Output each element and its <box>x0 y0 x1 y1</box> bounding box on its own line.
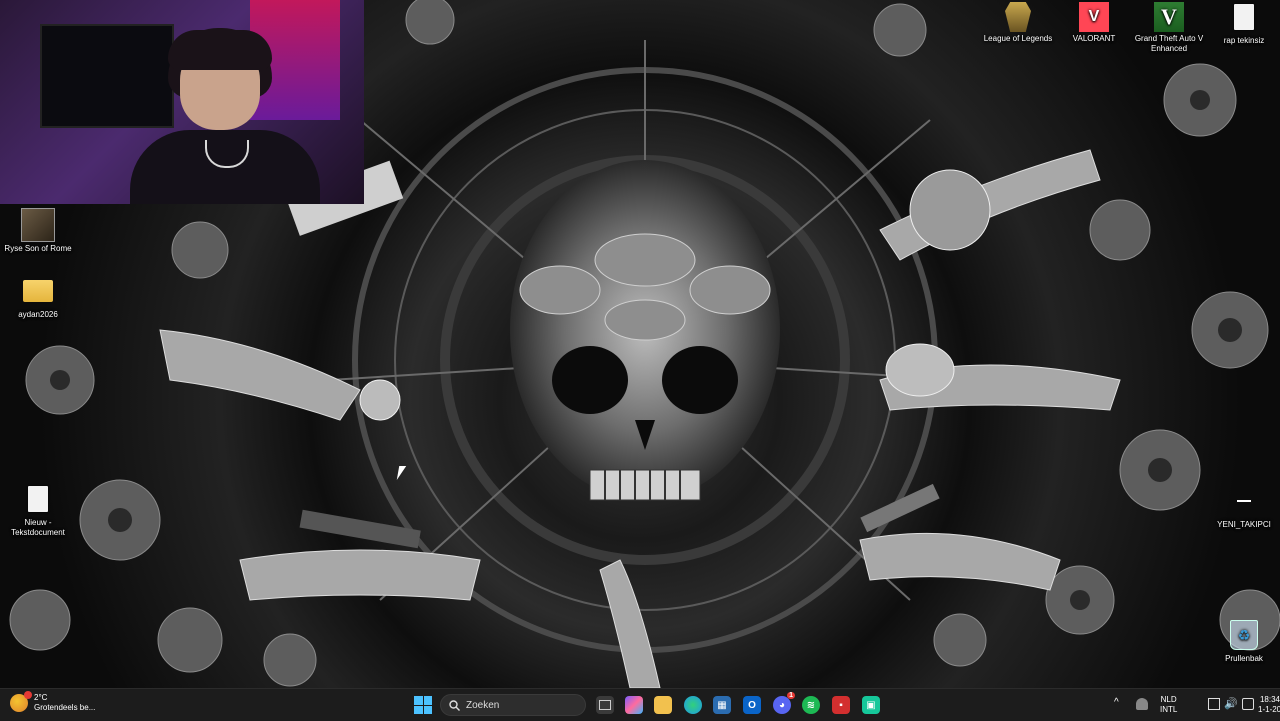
desktop-icon-league-of-legends[interactable]: League of Legends <box>980 2 1056 44</box>
search-icon <box>449 699 460 711</box>
league-of-legends-icon <box>1005 2 1031 32</box>
folder-icon <box>23 280 53 302</box>
desktop-icon-label: aydan2026 <box>18 310 58 319</box>
store-icon: ▦ <box>717 699 727 711</box>
taskbar: 2°C Grotendeels be... Zoeken ▦ O ◕ 1 ≋ ▪… <box>0 688 1280 721</box>
spotify-icon: ≋ <box>806 699 816 711</box>
search-placeholder: Zoeken <box>466 699 500 711</box>
dash-file-icon <box>1237 500 1251 502</box>
desktop-icon-valorant[interactable]: V VALORANT <box>1056 2 1132 44</box>
discord-icon: ◕ <box>778 699 786 711</box>
text-file-icon <box>1234 4 1254 30</box>
windows-logo-icon <box>414 696 423 705</box>
valorant-icon: V <box>1079 2 1109 32</box>
volume-icon[interactable]: 🔊 <box>1224 697 1238 710</box>
text-file-icon <box>28 486 48 512</box>
app-icon: ▪ <box>839 699 843 711</box>
webcam-monitor <box>40 24 174 128</box>
weather-temperature: 2°C <box>34 693 48 702</box>
outlook-icon: O <box>748 699 756 711</box>
green-app-button[interactable]: ▣ <box>862 696 880 714</box>
battery-icon[interactable] <box>1242 698 1254 710</box>
discord-button[interactable]: ◕ 1 <box>773 692 795 714</box>
desktop-icon-label: Grand Theft Auto V Enhanced <box>1134 34 1204 53</box>
desktop-icon-ryse[interactable]: Ryse Son of Rome <box>0 208 76 254</box>
task-view-button[interactable] <box>596 696 614 714</box>
clock-date: 1-1-2026 <box>1258 705 1280 714</box>
red-app-button[interactable]: ▪ <box>832 696 850 714</box>
desktop-icon-nieuw-tekstdocument[interactable]: Nieuw - Tekstdocument <box>0 484 76 538</box>
task-view-icon <box>599 700 611 710</box>
copilot-button[interactable] <box>625 696 643 714</box>
webcam-person-bangs <box>168 30 272 70</box>
clock-time: 18:34 <box>1259 695 1280 704</box>
discord-notification-badge: 1 <box>787 692 795 699</box>
desktop-icon-aydan2026[interactable]: aydan2026 <box>0 276 76 320</box>
desktop-icon-gta-v[interactable]: V Grand Theft Auto V Enhanced <box>1131 2 1207 54</box>
recycle-bin-icon: ♻ <box>1230 620 1258 650</box>
desktop-icon-label: Ryse Son of Rome <box>4 244 72 253</box>
keyboard-layout: INTL <box>1160 705 1178 714</box>
desktop-icon-label: rap tekinsiz <box>1223 36 1265 45</box>
gta-v-icon: V <box>1154 2 1184 32</box>
weather-icon <box>10 691 32 712</box>
network-icon[interactable] <box>1208 698 1220 710</box>
cloud-icon[interactable] <box>1136 698 1148 710</box>
weather-widget[interactable]: 2°C Grotendeels be... <box>10 691 96 713</box>
start-button[interactable] <box>414 696 432 714</box>
app-icon: ▣ <box>866 699 876 711</box>
desktop-icon-label: VALORANT <box>1072 34 1116 43</box>
ryse-game-icon <box>21 208 55 242</box>
edge-button[interactable] <box>684 696 702 714</box>
desktop-icon-rap-tekinsiz[interactable]: rap tekinsiz <box>1206 2 1280 46</box>
weather-description: Grotendeels be... <box>34 703 96 712</box>
microsoft-store-button[interactable]: ▦ <box>713 696 731 714</box>
outlook-button[interactable]: O <box>743 696 761 714</box>
spotify-button[interactable]: ≋ <box>802 696 820 714</box>
desktop-icon-label: Prullenbak <box>1225 654 1263 663</box>
desktop-icon-label: Nieuw - Tekstdocument <box>11 518 65 537</box>
desktop-icon-label: League of Legends <box>983 34 1053 43</box>
clock[interactable]: 18:34 1-1-2026 <box>1258 695 1280 715</box>
desktop-icon-recycle-bin[interactable]: ♻ Prullenbak <box>1206 620 1280 664</box>
webcam-overlay <box>0 0 364 204</box>
language-code: NLD <box>1160 695 1177 704</box>
desktop-icon-yeni-takipci[interactable]: YENI_TAKIPCI <box>1206 486 1280 530</box>
show-hidden-icons-chevron-icon[interactable]: ^ <box>1114 697 1119 708</box>
taskbar-search-box[interactable]: Zoeken <box>440 694 586 716</box>
file-explorer-button[interactable] <box>654 696 672 714</box>
desktop-icon-label: YENI_TAKIPCI <box>1217 520 1271 529</box>
input-language-indicator[interactable]: NLD INTL <box>1160 695 1177 715</box>
